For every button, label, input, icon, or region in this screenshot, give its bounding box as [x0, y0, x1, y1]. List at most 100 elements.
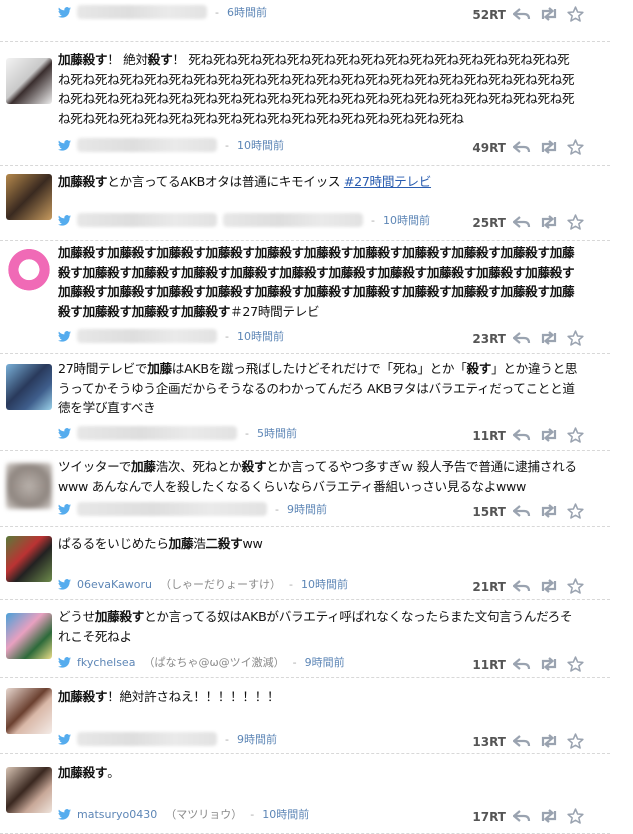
tweet-timestamp[interactable]: 10時間前: [237, 330, 284, 343]
avatar[interactable]: [6, 463, 52, 509]
reply-arrow-icon[interactable]: [513, 657, 531, 671]
retweet-icon[interactable]: [539, 7, 559, 21]
retweet-icon[interactable]: [539, 734, 559, 748]
tweet-item: 加藤殺すとか言ってるAKBオタは普通にキモイッス #27時間テレビ -10時間前 2…: [0, 166, 610, 241]
retweet-icon[interactable]: [539, 809, 559, 823]
highlight-keyword: 加藤: [168, 536, 194, 551]
retweet-count: 17RT: [472, 810, 506, 824]
reply-arrow-icon[interactable]: [513, 331, 531, 345]
blurred-user-name: [223, 213, 363, 227]
avatar[interactable]: [6, 249, 52, 295]
tweet-timestamp[interactable]: 9時間前: [305, 656, 345, 669]
retweet-icon[interactable]: [539, 504, 559, 518]
star-icon[interactable]: [567, 6, 584, 22]
user-handle[interactable]: matsuryo0430: [77, 808, 157, 821]
twitter-bird-icon: [58, 427, 71, 445]
retweet-icon[interactable]: [539, 215, 559, 229]
tweet-timestamp[interactable]: 10時間前: [301, 578, 348, 591]
reply-arrow-icon[interactable]: [513, 428, 531, 442]
avatar[interactable]: [6, 58, 52, 104]
user-handle[interactable]: fkychelsea: [77, 656, 135, 669]
tweet-timestamp[interactable]: 9時間前: [237, 733, 277, 746]
highlight-keyword: 加藤: [131, 459, 156, 474]
avatar[interactable]: [6, 688, 52, 734]
tweet-timestamp[interactable]: 6時間前: [227, 6, 267, 19]
tweet-item: ツイッターで加藤浩次、死ねとか殺すとか言ってるやつ多すぎｗ 殺人予告で普通に逮捕…: [0, 451, 610, 527]
highlight-keyword: 加藤殺す: [58, 689, 108, 704]
user-display-name: （マツリョウ）: [165, 808, 243, 821]
tweet-timestamp[interactable]: 9時間前: [287, 503, 327, 516]
blurred-user-name: [77, 5, 207, 19]
retweet-icon[interactable]: [539, 140, 559, 154]
blurred-user-name: [77, 213, 217, 227]
reply-arrow-icon[interactable]: [513, 734, 531, 748]
user-handle[interactable]: 06evaKaworu: [77, 578, 152, 591]
star-icon[interactable]: [567, 503, 584, 519]
star-icon[interactable]: [567, 656, 584, 672]
star-icon[interactable]: [567, 733, 584, 749]
avatar[interactable]: [6, 364, 52, 410]
meta-separator: -: [275, 503, 279, 516]
avatar[interactable]: [6, 536, 52, 582]
reply-arrow-icon[interactable]: [513, 809, 531, 823]
star-icon[interactable]: [567, 427, 584, 443]
avatar[interactable]: [6, 767, 52, 813]
meta-separator: -: [225, 733, 229, 746]
twitter-bird-icon: [58, 6, 71, 24]
tweet-timestamp[interactable]: 10時間前: [262, 808, 309, 821]
twitter-bird-icon: [58, 214, 71, 232]
star-icon[interactable]: [567, 139, 584, 155]
text-segment: 浩次、死ねとか: [155, 459, 242, 474]
reply-arrow-icon[interactable]: [513, 140, 531, 154]
tweet-timestamp[interactable]: 5時間前: [257, 427, 297, 440]
tweet-item: ぱるるをいじめたら加藤浩二殺すww 06evaKaworu （しゃーだりょーすけ） -…: [0, 527, 610, 600]
meta-separator: -: [250, 808, 255, 821]
tweet-actions: [513, 655, 584, 673]
avatar[interactable]: [6, 174, 52, 220]
tweet-text: ツイッターで加藤浩次、死ねとか殺すとか言ってるやつ多すぎｗ 殺人予告で普通に逮捕…: [58, 457, 578, 496]
tweet-meta: -5時間前: [58, 425, 297, 443]
tweet-actions: [513, 138, 584, 156]
retweet-icon[interactable]: [539, 657, 559, 671]
text-segment: 。: [107, 765, 120, 780]
reply-arrow-icon[interactable]: [513, 215, 531, 229]
twitter-bird-icon: [58, 656, 71, 674]
reply-arrow-icon[interactable]: [513, 7, 531, 21]
tweet-text: 27時間テレビで加藤はAKBを蹴っ飛ばしたけどそれだけで「死ね」とか「殺す」とか…: [58, 359, 578, 418]
tweet-text: 加藤殺すとか言ってるAKBオタは普通にキモイッス #27時間テレビ: [58, 172, 578, 192]
tweet-timestamp[interactable]: 10時間前: [383, 214, 430, 227]
meta-separator: -: [245, 427, 249, 440]
tweet-actions: [513, 807, 584, 825]
reply-arrow-icon[interactable]: [513, 504, 531, 518]
blurred-user-name: [77, 138, 217, 152]
tweet-timestamp[interactable]: 10時間前: [237, 139, 284, 152]
retweet-icon[interactable]: [539, 428, 559, 442]
tweet-link[interactable]: #27時間テレビ: [344, 174, 431, 189]
star-icon[interactable]: [567, 808, 584, 824]
highlight-keyword: 殺す: [147, 52, 173, 67]
tweet-actions: [513, 5, 584, 23]
reply-arrow-icon[interactable]: [513, 579, 531, 593]
blurred-user-name: [77, 329, 217, 343]
twitter-bird-icon: [58, 139, 71, 157]
tweet-meta: -9時間前: [58, 501, 327, 519]
retweet-icon[interactable]: [539, 331, 559, 345]
tweet-text: どうせ加藤殺すとか言ってる奴はAKBがバラエティ呼ばれなくなったらまた文句言うん…: [58, 607, 578, 646]
retweet-icon[interactable]: [539, 579, 559, 593]
star-icon[interactable]: [567, 330, 584, 346]
retweet-count: 21RT: [472, 580, 506, 594]
tweet-item: 加藤殺す加藤殺す加藤殺す加藤殺す加藤殺す加藤殺す加藤殺す加藤殺す加藤殺す加藤殺す…: [0, 241, 610, 354]
meta-separator: -: [371, 214, 375, 227]
tweet-text: 加藤殺す！絶対許さねえ！！！！！！！: [58, 687, 578, 707]
retweet-count: 13RT: [472, 735, 506, 749]
text-segment: どうせ: [58, 609, 95, 624]
tweet-meta: -6時間前: [58, 4, 267, 22]
text-segment: ＃27時間テレビ: [230, 303, 320, 319]
avatar[interactable]: [6, 613, 52, 659]
tweet-meta: matsuryo0430 （マツリョウ） -10時間前: [58, 806, 309, 824]
meta-separator: -: [215, 6, 219, 19]
star-icon[interactable]: [567, 578, 584, 594]
star-icon[interactable]: [567, 214, 584, 230]
text-segment: ツイッターで: [58, 459, 132, 474]
retweet-count: 11RT: [472, 429, 506, 443]
